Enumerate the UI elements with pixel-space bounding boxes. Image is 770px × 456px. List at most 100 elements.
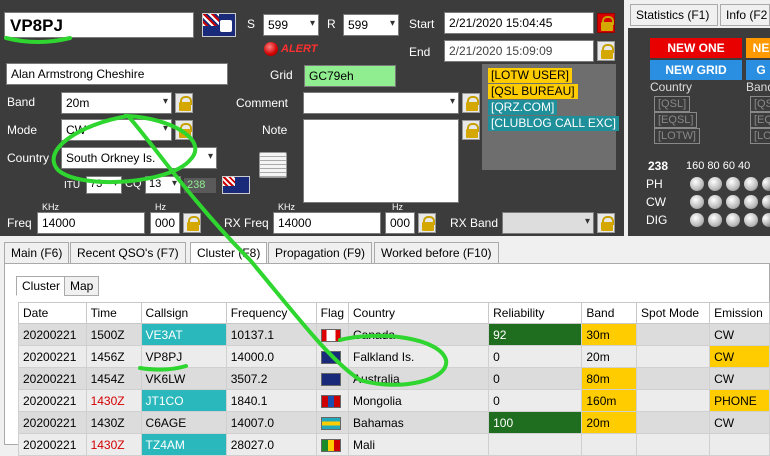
status-dot-icon [708,177,722,191]
subtab-cluster[interactable]: Cluster [16,276,67,296]
start-lock-icon[interactable] [597,13,615,33]
cell-emission: CW [709,345,770,368]
country-select[interactable]: South Orkney Is. ▾ [61,147,217,169]
rxfreq-field[interactable]: 14000 [273,212,381,234]
col-reliability[interactable]: Reliability [488,302,583,324]
cell-band: 80m [581,367,638,390]
col-flag[interactable]: Flag [315,302,350,324]
table-row[interactable]: 20200221 1430Z JT1CO 1840.1 Mongolia 0 1… [18,389,770,412]
status-dot-icon [690,213,704,227]
qso-entry-panel: VP8PJ S 599 ▾ R 599 ▾ Start 2/21/2020 15:0… [0,0,624,236]
cell-reliability: 0 [488,367,583,390]
cell-spot-mode [636,367,711,390]
cell-reliability: 0 [488,345,583,368]
freq-lock-icon[interactable] [183,213,201,233]
comment-select[interactable]: ▾ [303,92,459,114]
itu-label: ITU [64,180,81,191]
end-time-field[interactable]: 2/21/2020 15:09:09 [444,40,594,62]
freq-hz-field[interactable]: 000 [150,212,180,234]
col-frequency[interactable]: Frequency [225,302,317,324]
cell-spot-mode [636,345,711,368]
cell-spot-mode [636,389,711,412]
ph-label: PH [646,177,663,191]
small-flag-icon [222,176,250,194]
note-label: Note [262,123,288,137]
cell-frequency: 10137.1 [225,323,317,346]
rxband-select[interactable]: ▾ [502,212,594,234]
alert-label: ALERT [281,43,318,55]
australia-flag-icon [320,372,341,386]
cell-flag [315,345,350,368]
freq-field[interactable]: 14000 [37,212,145,234]
end-lock-icon[interactable] [597,41,615,61]
band-select[interactable]: 20m ▾ [61,92,172,114]
freq-khz-label: KHz [42,202,60,212]
qsl-status-2: [QSL [750,96,770,112]
cell-date: 20200221 [18,411,87,434]
mode-lock-icon[interactable] [175,120,193,140]
table-row[interactable]: 20200221 1456Z VP8PJ 14000.0 Falkland Is… [18,345,770,368]
eqsl-status: [EQSL] [654,112,698,128]
rst-sent-select[interactable]: 599 ▾ [263,14,319,36]
rst-rcvd-select[interactable]: 599 ▾ [343,14,399,36]
mode-select[interactable]: CW ▾ [61,119,172,141]
table-row[interactable]: 20200221 1430Z C6AGE 14007.0 Bahamas 100… [18,411,770,434]
lotw-user-tag: [LOTW USER] [488,68,573,83]
col-emission[interactable]: Emission [709,302,770,324]
cell-flag [315,411,350,434]
cell-spot-mode [636,323,711,346]
cq-label: CQ [125,178,142,190]
cq-select[interactable]: 13 ▾ [145,176,181,194]
grid-field[interactable]: GC79eh [304,65,396,87]
cell-emission: CW [709,411,770,434]
s-label: S [247,17,256,31]
itu-select[interactable]: 73 ▾ [86,176,122,194]
tab-main[interactable]: Main (F6) [4,242,70,264]
status-dot-icon [762,177,770,191]
tab-propagation[interactable]: Propagation (F9) [268,242,373,264]
cell-spot-mode [636,411,711,434]
cell-callsign: JT1CO [140,389,227,412]
cell-callsign: VP8PJ [140,345,227,368]
tab-statistics[interactable]: Statistics (F1) [630,4,718,26]
tab-worked-before[interactable]: Worked before (F10) [374,242,499,264]
tab-recent-qsos[interactable]: Recent QSO's (F7) [70,242,186,264]
col-time[interactable]: Time [85,302,142,324]
eqsl-status-2: [EQ [750,112,770,128]
country-label: Country [7,151,50,165]
qsl-card-icon[interactable] [259,152,287,178]
bahamas-flag-icon [320,416,341,430]
subtab-map[interactable]: Map [64,276,100,296]
note-lock-icon[interactable] [462,120,480,140]
cell-emission: CW [709,323,770,346]
col-spot-mode[interactable]: Spot Mode [636,302,711,324]
freq-label: Freq [7,216,32,230]
rxfreq-hz-field[interactable]: 000 [385,212,415,234]
new-grid-badge: NEW GRID [650,60,742,80]
qrz-tag: [QRZ.COM] [488,100,558,115]
col-callsign[interactable]: Callsign [140,302,227,324]
cell-emission: PHONE [709,389,770,412]
table-row[interactable]: 20200221 1454Z VK6LW 3507.2 Australia 0 … [18,367,770,390]
start-time-field[interactable]: 2/21/2020 15:04:45 [444,12,594,34]
table-row[interactable]: 20200221 1500Z VE3AT 10137.1 Canada 92 3… [18,323,770,346]
cw-label: CW [646,195,666,209]
comment-lock-icon[interactable] [462,93,480,113]
col-band[interactable]: Band [581,302,638,324]
status-dot-icon [762,213,770,227]
cell-country: Mongolia [348,389,490,412]
comment-label: Comment [236,96,289,110]
canada-flag-icon [320,328,341,342]
tab-info[interactable]: Info (F2 [720,4,770,26]
rxfreq-lock-icon[interactable] [418,213,436,233]
rxband-lock-icon[interactable] [597,213,615,233]
band-lock-icon[interactable] [175,93,193,113]
tab-cluster[interactable]: Cluster (F8) [190,242,268,264]
col-date[interactable]: Date [18,302,87,324]
callsign-input[interactable]: VP8PJ [4,12,194,38]
cell-band: 30m [581,323,638,346]
col-country[interactable]: Country [348,302,490,324]
note-textarea[interactable] [303,119,459,203]
freq-hz-label: Hz [155,202,166,212]
name-field[interactable]: Alan Armstrong Cheshire [6,63,228,85]
